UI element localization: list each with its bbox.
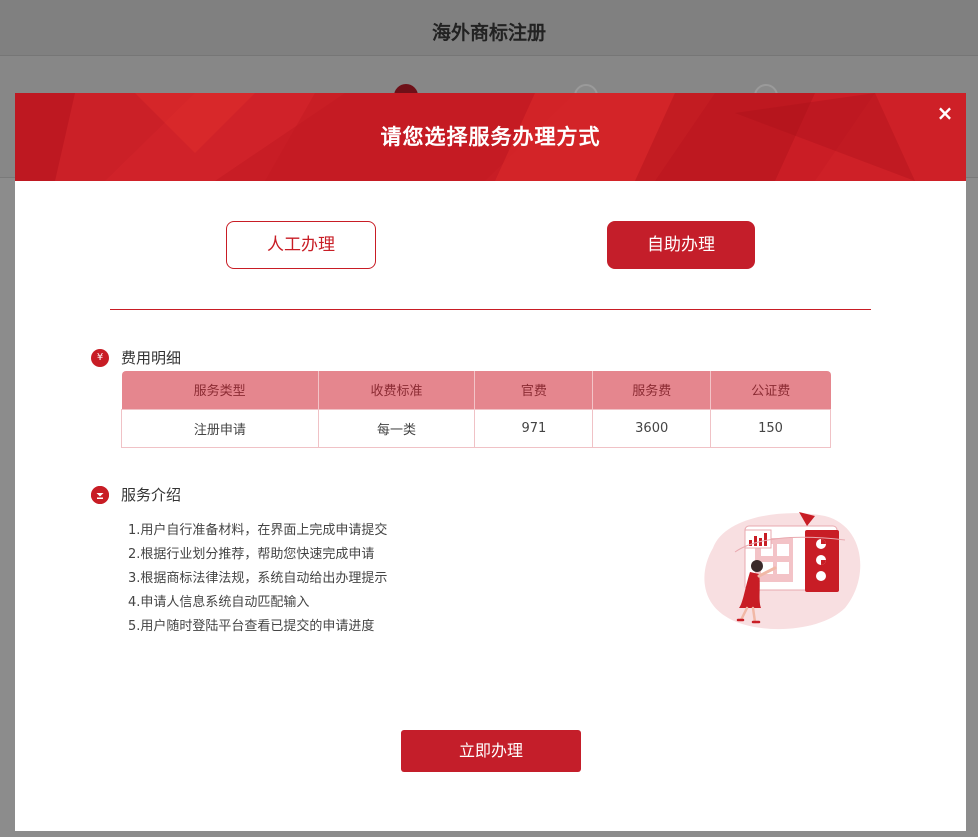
table-row: 注册申请 每一类 971 3600 150 [121,408,831,448]
background-header: 海外商标注册 [0,0,978,56]
column-header-service-fee: 服务费 [592,371,712,409]
column-header-official-fee: 官费 [474,371,594,409]
column-header-service-type: 服务类型 [121,371,319,409]
intro-section-title: 服务介绍 [121,486,182,504]
column-header-charge-standard: 收费标准 [318,371,476,409]
close-button[interactable]: × [934,102,956,124]
self-service-illustration [704,512,861,630]
modal-header: 请您选择服务办理方式 × [15,93,966,181]
service-intro-list: 1.用户自行准备材料，在界面上完成申请提交 2.根据行业划分推荐，帮助您快速完成… [128,519,387,639]
fee-table-header-row: 服务类型 收费标准 官费 服务费 公证费 [121,371,831,409]
list-item: 4.申请人信息系统自动匹配输入 [128,595,310,610]
list-item: 3.根据商标法律法规，系统自动给出办理提示 [128,571,388,586]
close-icon: × [936,101,954,125]
service-mode-modal: 请您选择服务办理方式 × 人工办理 自助办理 ¥ 费用明细 服务类型 收费标准 … [15,93,966,831]
submit-button[interactable]: 立即办理 [401,730,581,772]
list-item: 5.用户随时登陆平台查看已提交的申请进度 [128,619,375,634]
yen-icon: ¥ [91,349,109,367]
modal-title: 请您选择服务办理方式 [380,125,601,149]
self-service-mode-button[interactable]: 自助办理 [607,221,755,269]
service-badge-icon [91,486,109,504]
cell-service-type: 注册申请 [121,408,319,448]
manual-mode-button[interactable]: 人工办理 [226,221,376,269]
cell-charge-standard: 每一类 [317,408,476,448]
section-divider [110,309,871,310]
cell-official-fee: 971 [474,408,594,448]
fee-table: 服务类型 收费标准 官费 服务费 公证费 注册申请 每一类 971 3600 1… [121,371,831,448]
fee-section-title: 费用明细 [121,349,182,367]
background-page-title: 海外商标注册 [431,22,546,44]
list-item: 1.用户自行准备材料，在界面上完成申请提交 [128,523,388,538]
cell-notary-fee: 150 [710,408,831,448]
list-item: 2.根据行业划分推荐，帮助您快速完成申请 [128,547,375,562]
column-header-notary-fee: 公证费 [710,371,831,409]
cell-service-fee: 3600 [592,408,712,448]
